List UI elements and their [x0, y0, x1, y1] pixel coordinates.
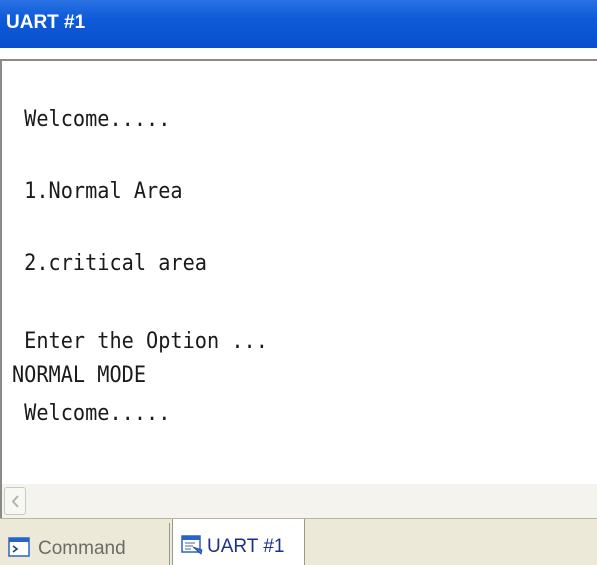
scroll-left-button[interactable] — [4, 487, 26, 515]
tab-label: Command — [38, 538, 126, 559]
uart-serial-window-icon — [181, 535, 203, 555]
terminal-line: Enter the Option ... — [12, 329, 268, 354]
title-bar[interactable]: UART #1 — [0, 0, 597, 48]
tab-bar: Command UART #1 — [0, 518, 597, 565]
terminal-line: 2.critical area — [12, 251, 207, 276]
command-window-icon — [8, 537, 30, 557]
terminal-line: 1.Normal Area — [12, 179, 183, 204]
tab-command[interactable]: Command — [0, 523, 170, 565]
tab-label: UART #1 — [207, 536, 285, 557]
chevron-left-icon — [11, 495, 19, 508]
terminal-output[interactable]: Welcome..... 1.Normal Area 2.critical ar… — [0, 59, 597, 484]
title-gap — [0, 48, 597, 59]
uart-window: UART #1 Welcome..... 1.Normal Area 2.cri… — [0, 0, 597, 565]
window-title: UART #1 — [6, 12, 86, 33]
terminal-line: Welcome..... — [12, 107, 171, 132]
tab-uart-1[interactable]: UART #1 — [172, 519, 305, 565]
terminal-line: Welcome..... — [12, 401, 171, 426]
terminal-line: NORMAL MODE — [12, 363, 147, 388]
horizontal-scrollbar[interactable] — [0, 484, 597, 518]
